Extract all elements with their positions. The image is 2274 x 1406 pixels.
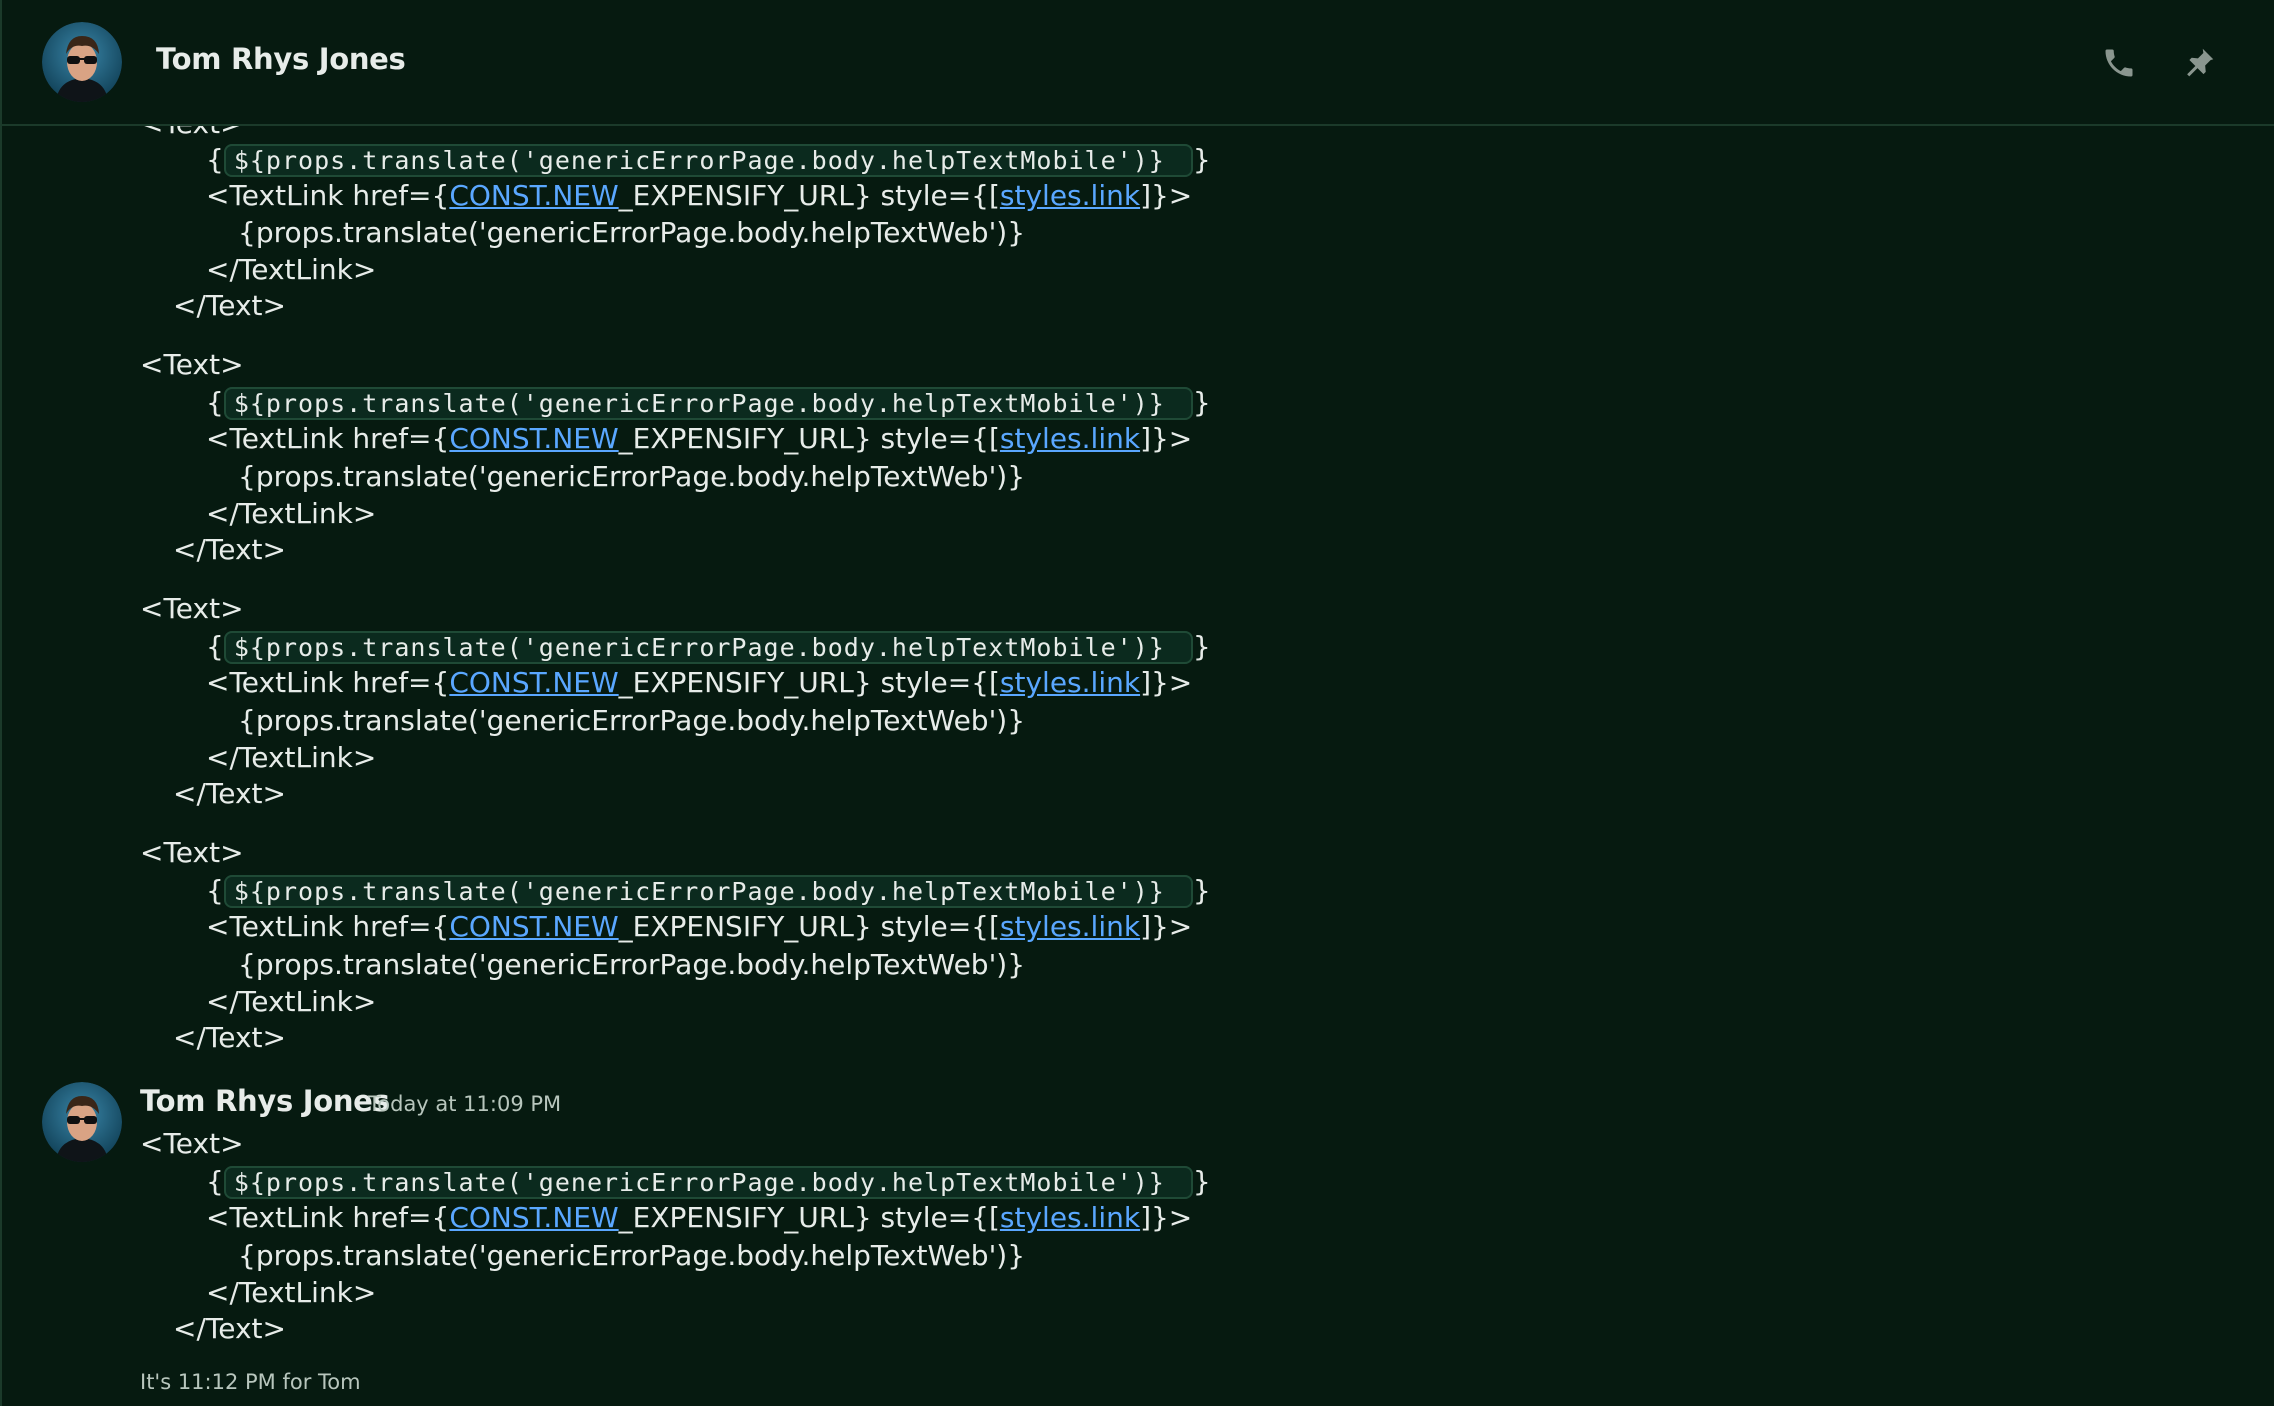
code-line: </TextLink> [206,497,377,530]
code-text: _EXPENSIFY_URL} style={[ [618,910,1000,943]
message-author[interactable]: Tom Rhys Jones [140,1084,390,1118]
styles-link[interactable]: styles.link [1000,1201,1140,1234]
inline-code: ${props.translate('genericErrorPage.body… [223,631,1193,664]
brace-text: } [1192,386,1211,419]
phone-icon [2105,49,2133,77]
code-line: {${props.translate('genericErrorPage.bod… [206,385,1211,422]
code-text: ]}> [1140,666,1193,699]
code-line: </TextLink> [206,1276,377,1309]
code-line: {${props.translate('genericErrorPage.bod… [206,1164,1211,1201]
inline-code: ${props.translate('genericErrorPage.body… [223,144,1193,177]
chat-window: Tom Rhys Jones <Text> {${props.translate… [0,0,2274,1406]
code-line: </TextLink> [206,741,377,774]
styles-link[interactable]: styles.link [1000,179,1140,212]
brace-text: } [1192,143,1211,176]
const-link[interactable]: CONST.NEW [449,910,618,943]
code-line: {${props.translate('genericErrorPage.bod… [206,629,1211,666]
message-avatar[interactable] [42,1082,122,1162]
code-text: <TextLink href={ [206,910,450,943]
code-line: <TextLink href={CONST.NEW_EXPENSIFY_URL}… [206,1200,1192,1236]
code-text: ]}> [1140,910,1193,943]
avatar[interactable] [42,22,122,102]
code-text: ]}> [1140,1201,1193,1234]
brace-text: { [206,386,224,419]
contact-name[interactable]: Tom Rhys Jones [156,42,406,76]
code-line: <Text> [140,592,244,625]
code-text: ]}> [1140,422,1193,455]
avatar-image [42,22,122,102]
avatar-image [42,1082,122,1162]
inline-code: ${props.translate('genericErrorPage.body… [223,1166,1193,1199]
const-link[interactable]: CONST.NEW [449,1201,618,1234]
const-link[interactable]: CONST.NEW [449,422,618,455]
code-line: <Text> [140,836,244,869]
const-link[interactable]: CONST.NEW [449,666,618,699]
const-link[interactable]: CONST.NEW [449,179,618,212]
styles-link[interactable]: styles.link [1000,910,1140,943]
code-line: <TextLink href={CONST.NEW_EXPENSIFY_URL}… [206,909,1192,945]
code-line: </Text> [173,289,286,322]
code-line: <Text> [140,1127,244,1160]
code-text: _EXPENSIFY_URL} style={[ [618,422,1000,455]
styles-link[interactable]: styles.link [1000,666,1140,699]
code-line: {props.translate('genericErrorPage.body.… [238,460,1026,493]
code-line: {${props.translate('genericErrorPage.bod… [206,873,1211,910]
local-time-note: It's 11:12 PM for Tom [140,1370,361,1394]
code-text: ]}> [1140,179,1193,212]
code-text: <TextLink href={ [206,179,450,212]
code-line: <TextLink href={CONST.NEW_EXPENSIFY_URL}… [206,421,1192,457]
code-text: <TextLink href={ [206,666,450,699]
code-line: </TextLink> [206,253,377,286]
code-line: <TextLink href={CONST.NEW_EXPENSIFY_URL}… [206,665,1192,701]
brace-text: { [206,630,224,663]
code-text: _EXPENSIFY_URL} style={[ [618,666,1000,699]
brace-text: } [1192,630,1211,663]
code-line: {props.translate('genericErrorPage.body.… [238,704,1026,737]
code-text: _EXPENSIFY_URL} style={[ [618,1201,1000,1234]
code-line: {props.translate('genericErrorPage.body.… [238,216,1026,249]
code-line: <TextLink href={CONST.NEW_EXPENSIFY_URL}… [206,178,1192,214]
brace-text: { [206,143,224,176]
brace-text: } [1192,874,1211,907]
pin-button[interactable] [2176,40,2222,86]
inline-code: ${props.translate('genericErrorPage.body… [223,875,1193,908]
code-text: <TextLink href={ [206,1201,450,1234]
code-line: {${props.translate('genericErrorPage.bod… [206,142,1211,179]
code-line: </TextLink> [206,985,377,1018]
brace-text: { [206,874,224,907]
message-list[interactable]: <Text> {${props.translate('genericErrorP… [2,126,2274,1406]
inline-code: ${props.translate('genericErrorPage.body… [223,387,1193,420]
code-line: {props.translate('genericErrorPage.body.… [238,948,1026,981]
brace-text: } [1192,1165,1211,1198]
code-line: </Text> [173,533,286,566]
code-line: {props.translate('genericErrorPage.body.… [238,1239,1026,1272]
code-line: </Text> [173,777,286,810]
code-text: <TextLink href={ [206,422,450,455]
code-line: </Text> [173,1021,286,1054]
code-line: <Text> [140,126,244,142]
code-line: </Text> [173,1312,286,1345]
code-text: _EXPENSIFY_URL} style={[ [618,179,1000,212]
brace-text: { [206,1165,224,1198]
pin-icon [2187,48,2214,77]
styles-link[interactable]: styles.link [1000,422,1140,455]
code-line: <Text> [140,348,244,381]
message-timestamp: Today at 11:09 PM [368,1092,562,1116]
call-button[interactable] [2096,40,2142,86]
chat-header: Tom Rhys Jones [2,0,2274,126]
